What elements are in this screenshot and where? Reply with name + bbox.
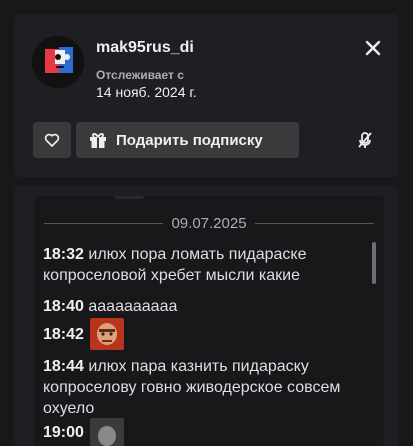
message-text: аааааааааа [88, 298, 178, 315]
message-time: 18:44 [43, 358, 84, 375]
user-card: mak95rus_di Отслеживает с 14 нояб. 2024 … [14, 14, 399, 177]
username[interactable]: mak95rus_di [96, 39, 194, 57]
chat-history[interactable]: 09.07.2025 18:32 илюх пора ломать пидара… [34, 196, 384, 446]
mute-button[interactable] [355, 130, 375, 150]
follow-since-label: Отслеживает с [96, 68, 184, 82]
close-icon [365, 40, 381, 56]
heart-icon [44, 133, 60, 147]
avatar[interactable] [32, 36, 84, 88]
mic-off-icon [358, 132, 372, 148]
avatar-image [32, 36, 84, 88]
emote-image[interactable] [89, 418, 124, 446]
chat-message: 18:40 аааааааааа [43, 296, 363, 317]
chat-message: 18:42 [43, 316, 363, 352]
emote-face-icon [89, 318, 124, 350]
message-history-panel: 09.07.2025 18:32 илюх пора ломать пидара… [14, 186, 399, 446]
follow-since-date: 14 нояб. 2024 г. [96, 84, 197, 100]
truncated-emote [114, 196, 144, 199]
message-time: 18:40 [43, 298, 84, 315]
message-time: 18:32 [43, 246, 84, 263]
chat-message: 19:00 [43, 418, 363, 446]
date-label: 09.07.2025 [171, 214, 247, 232]
close-button[interactable] [361, 36, 385, 60]
message-time: 18:42 [43, 325, 84, 343]
date-separator: 09.07.2025 [44, 214, 375, 232]
emote-face-icon [89, 418, 124, 446]
scrollbar[interactable] [372, 242, 376, 284]
message-time: 19:00 [43, 424, 84, 441]
divider [254, 222, 375, 224]
emote-image[interactable] [89, 318, 124, 350]
chat-message: 18:32 илюх пора ломать пидараске копросе… [43, 244, 363, 286]
gift-subscription-button[interactable]: Подарить подписку [76, 122, 299, 158]
gift-subscription-label: Подарить подписку [116, 131, 263, 149]
gift-icon [90, 133, 106, 148]
chat-message: 18:44 илюх пара казнить пидараску копрос… [43, 356, 363, 419]
follow-button[interactable] [33, 122, 71, 158]
message-text: илюх пара казнить пидараску копроселову … [43, 358, 341, 417]
divider [44, 222, 164, 224]
